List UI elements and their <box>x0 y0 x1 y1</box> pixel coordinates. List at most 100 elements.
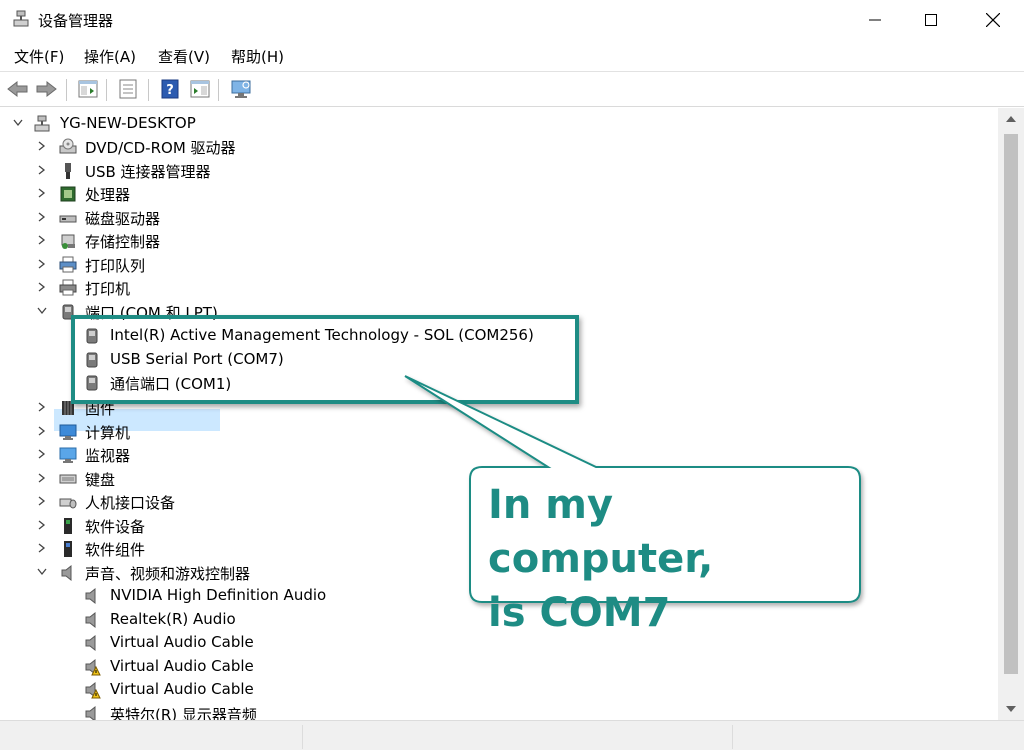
collapse-chevron-icon[interactable] <box>35 565 49 579</box>
forward-button[interactable] <box>34 77 58 101</box>
back-arrow-icon <box>7 80 28 98</box>
callout-text: In my computer, is COM7 <box>488 478 848 640</box>
expand-chevron-icon[interactable] <box>35 186 49 200</box>
usb-connector-icon <box>58 161 78 181</box>
menu-action[interactable]: 操作(A) <box>84 46 136 67</box>
tree-category-label: USB 连接器管理器 <box>85 162 211 181</box>
tree-category-label: DVD/CD-ROM 驱动器 <box>85 139 236 157</box>
tree-category-label: 存储控制器 <box>85 233 161 251</box>
minimize-button[interactable] <box>852 0 898 40</box>
tree-category-label: 声音、视频和游戏控制器 <box>85 564 251 583</box>
forward-arrow-icon <box>36 80 57 98</box>
vertical-scrollbar[interactable] <box>998 108 1024 720</box>
status-bar <box>0 720 1024 750</box>
speaker-icon <box>82 610 102 630</box>
toolbar-separator <box>106 79 107 101</box>
tree-category[interactable]: 软件组件 <box>0 537 500 560</box>
print-queue-icon <box>58 255 78 275</box>
toolbar-separator <box>148 79 149 101</box>
toolbar-separator <box>66 79 67 101</box>
tree-category[interactable]: 存储控制器 <box>0 229 500 252</box>
show-hide-tree-icon <box>78 80 98 98</box>
audio-device-item[interactable]: Virtual Audio Cable <box>0 631 400 654</box>
audio-device-item[interactable]: NVIDIA High Definition Audio <box>0 584 400 607</box>
scroll-down-button[interactable] <box>998 698 1024 720</box>
software-device-icon <box>58 516 78 536</box>
tree-category[interactable]: 打印队列 <box>0 253 500 276</box>
tree-category[interactable]: 打印机 <box>0 276 500 299</box>
status-divider <box>732 725 733 749</box>
tree-category[interactable]: DVD/CD-ROM 驱动器 <box>0 135 500 158</box>
audio-device-label: Virtual Audio Cable <box>110 656 254 675</box>
tree-category[interactable]: 声音、视频和游戏控制器 <box>0 561 500 584</box>
tree-category-label: 人机接口设备 <box>85 494 176 512</box>
tree-category[interactable]: USB 连接器管理器 <box>0 159 500 182</box>
device-manager-app-icon <box>12 10 30 28</box>
expand-chevron-icon[interactable] <box>35 139 49 153</box>
menu-help[interactable]: 帮助(H) <box>231 46 284 67</box>
highlight-box <box>71 315 579 404</box>
scroll-down-icon <box>1006 706 1016 712</box>
back-button[interactable] <box>6 77 30 101</box>
action-pane-button[interactable] <box>188 77 212 101</box>
disk-drive-icon <box>58 208 78 228</box>
maximize-icon <box>925 14 937 26</box>
monitor-icon <box>58 445 78 465</box>
scan-hardware-button[interactable] <box>229 77 253 101</box>
speaker-icon <box>82 704 102 720</box>
menu-view[interactable]: 查看(V) <box>158 46 210 67</box>
tree-category[interactable]: 处理器 <box>0 182 500 205</box>
expand-chevron-icon[interactable] <box>35 400 49 414</box>
expand-chevron-icon[interactable] <box>35 163 49 177</box>
audio-device-item[interactable]: Virtual Audio Cable <box>0 655 400 678</box>
speaker-warning-icon <box>82 657 102 677</box>
scroll-up-button[interactable] <box>998 108 1024 130</box>
tree-category[interactable]: 软件设备 <box>0 514 500 537</box>
audio-device-label: 英特尔(R) 显示器音频 <box>110 705 257 721</box>
menu-file[interactable]: 文件(F) <box>14 46 64 67</box>
dvd-drive-icon <box>58 137 78 157</box>
expand-chevron-icon[interactable] <box>35 210 49 224</box>
action-pane-icon <box>190 80 210 98</box>
collapse-chevron-icon[interactable] <box>35 304 49 318</box>
audio-device-item[interactable]: Virtual Audio Cable <box>0 678 400 701</box>
tree-root-label: YG-NEW-DESKTOP <box>60 114 196 132</box>
scroll-thumb[interactable] <box>1004 134 1018 674</box>
expand-chevron-icon[interactable] <box>35 518 49 532</box>
processor-icon <box>58 184 78 204</box>
tree-category[interactable]: 计算机 <box>0 420 500 443</box>
expand-chevron-icon[interactable] <box>35 494 49 508</box>
expand-chevron-icon[interactable] <box>35 471 49 485</box>
expand-chevron-icon[interactable] <box>35 541 49 555</box>
properties-button[interactable] <box>116 77 140 101</box>
maximize-button[interactable] <box>908 0 954 40</box>
help-icon: ? <box>161 79 179 99</box>
expand-chevron-icon[interactable] <box>35 257 49 271</box>
help-button[interactable]: ? <box>158 77 182 101</box>
expand-chevron-icon[interactable] <box>35 447 49 461</box>
tree-root[interactable]: YG-NEW-DESKTOP <box>0 112 300 135</box>
tree-category[interactable]: 人机接口设备 <box>0 490 500 513</box>
speaker-icon <box>82 633 102 653</box>
speaker-icon <box>82 586 102 606</box>
tree-category-label: 键盘 <box>85 470 116 489</box>
scroll-up-icon <box>1006 116 1016 122</box>
tree-category-label: 打印机 <box>85 280 131 298</box>
collapse-chevron-icon[interactable] <box>11 116 25 130</box>
close-icon <box>986 13 1000 27</box>
tree-category[interactable]: 键盘 <box>0 467 500 490</box>
tree-category-label: 软件设备 <box>85 517 146 536</box>
title-bar: 设备管理器 <box>0 0 1024 40</box>
audio-device-item[interactable]: Realtek(R) Audio <box>0 608 400 631</box>
menu-bar: 文件(F) 操作(A) 查看(V) 帮助(H) <box>0 44 1024 68</box>
close-button[interactable] <box>970 0 1016 40</box>
expand-chevron-icon[interactable] <box>35 424 49 438</box>
expand-chevron-icon[interactable] <box>35 233 49 247</box>
expand-chevron-icon[interactable] <box>35 280 49 294</box>
tree-category[interactable]: 磁盘驱动器 <box>0 206 500 229</box>
properties-icon <box>119 79 137 99</box>
audio-device-item[interactable]: 英特尔(R) 显示器音频 <box>0 702 400 721</box>
tree-category[interactable]: 监视器 <box>0 443 500 466</box>
svg-text:?: ? <box>166 83 174 98</box>
show-hide-tree-button[interactable] <box>76 77 100 101</box>
